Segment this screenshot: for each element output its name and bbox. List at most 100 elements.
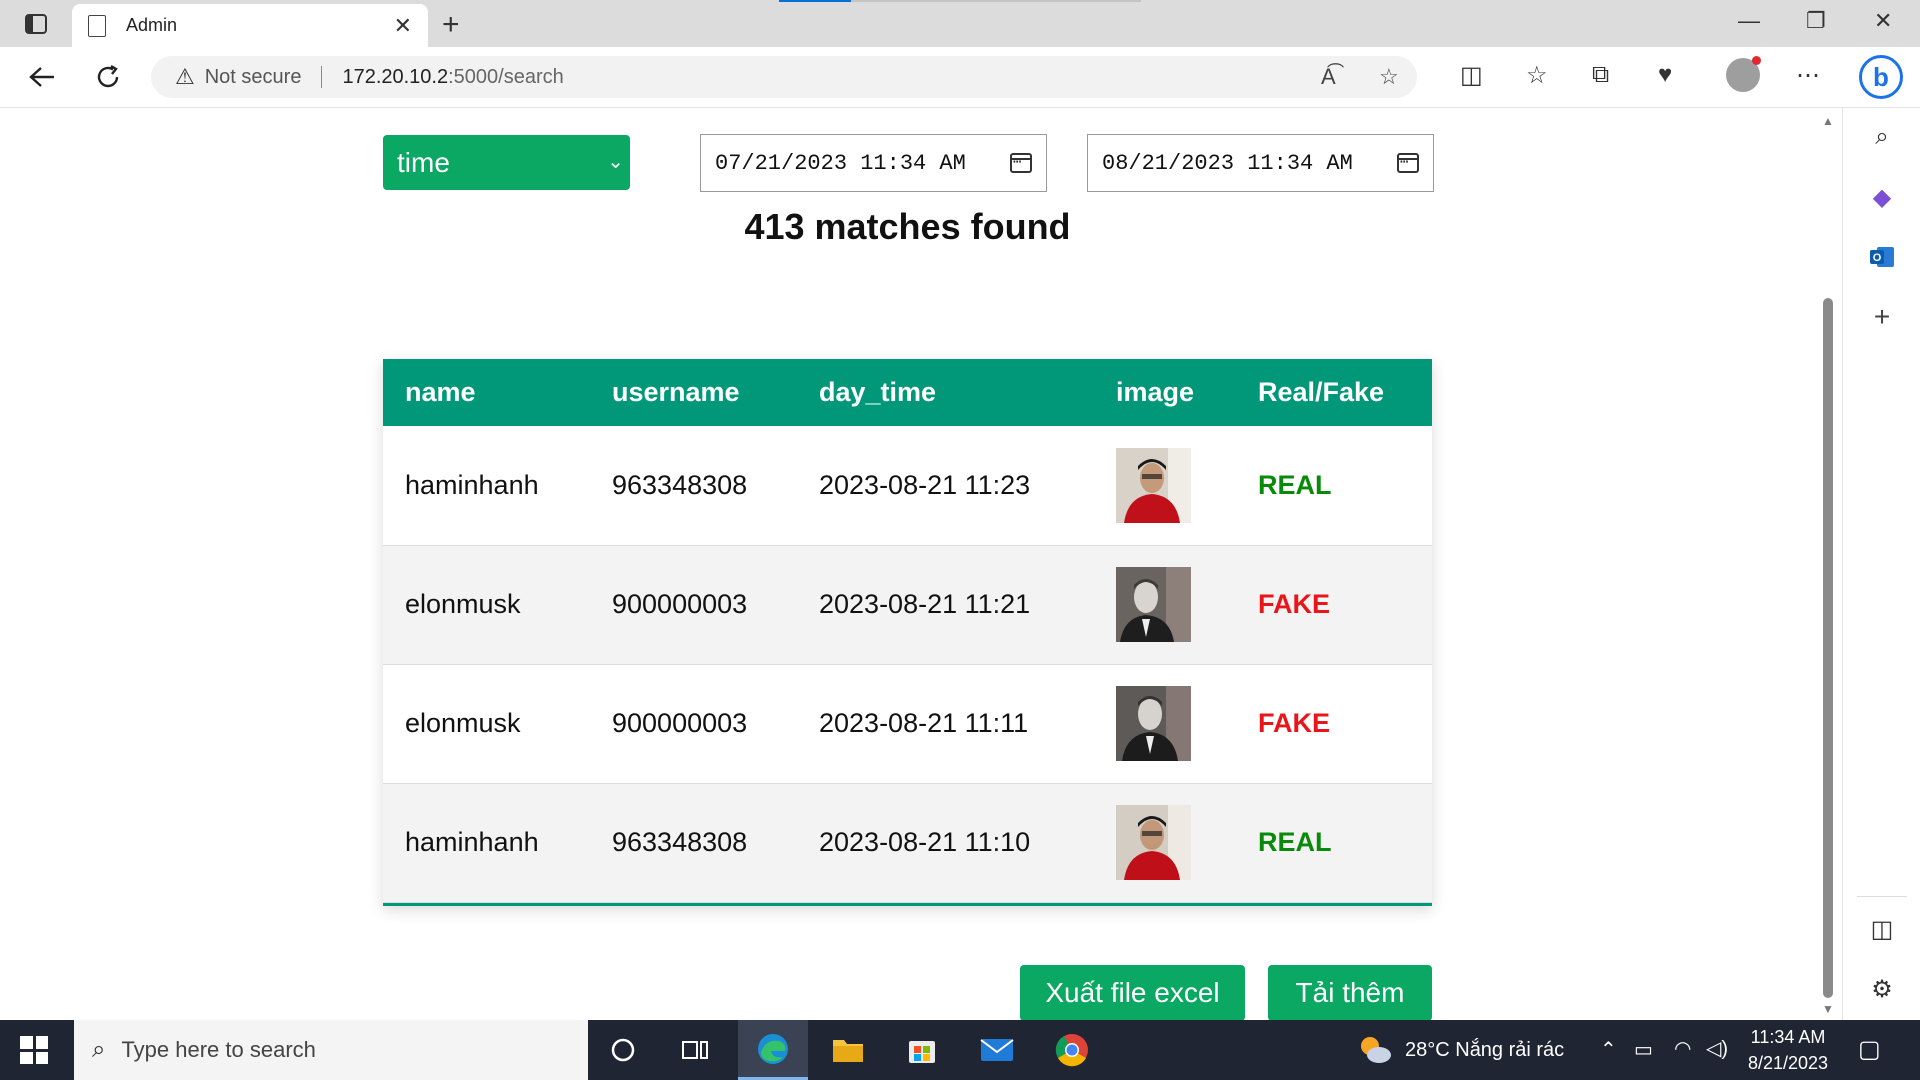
partly-sunny-icon[interactable] — [1358, 1034, 1392, 1064]
column-header-name: name — [405, 377, 476, 407]
back-button[interactable] — [24, 59, 60, 95]
favorite-star-icon[interactable]: ☆ — [1379, 64, 1399, 90]
export-excel-button[interactable]: Xuất file excel — [1020, 965, 1245, 1020]
from-datetime-value: 07/21/2023 11:34 AM — [715, 150, 966, 176]
more-menu-icon[interactable]: ⋯ — [1796, 61, 1820, 90]
person-photo-red-shirt[interactable] — [1116, 447, 1191, 523]
search-icon[interactable]: ⌕ — [1867, 122, 1897, 152]
show-hidden-icons-icon[interactable]: ⌃ — [1600, 1037, 1617, 1062]
tab-admin[interactable]: Admin ✕ — [72, 4, 428, 47]
column-header-real-fake: Real/Fake — [1258, 377, 1385, 407]
split-screen-icon[interactable]: ◫ — [1460, 61, 1483, 90]
tab-actions-icon[interactable] — [14, 10, 58, 38]
cell-status: REAL — [1258, 469, 1332, 500]
cell-username: 963348308 — [612, 469, 748, 500]
close-tab-icon[interactable]: ✕ — [394, 13, 412, 39]
loading-indicator — [779, 0, 851, 2]
hide-sidebar-icon[interactable]: ◫ — [1867, 914, 1897, 944]
notifications-icon[interactable]: ▢ — [1858, 1035, 1881, 1064]
cell-status: REAL — [1258, 827, 1332, 857]
load-more-button[interactable]: Tải thêm — [1268, 965, 1432, 1020]
cell-image — [1094, 545, 1236, 664]
file-explorer-icon[interactable] — [813, 1020, 883, 1080]
page-scrollbar[interactable]: ▲ ▼ — [1816, 108, 1840, 1020]
security-label[interactable]: Not secure — [205, 66, 302, 89]
back-arrow-icon — [29, 67, 54, 87]
favorites-icon[interactable]: ☆ — [1526, 61, 1548, 90]
new-tab-button[interactable]: + — [442, 8, 460, 42]
scrollbar-thumb[interactable] — [1823, 298, 1833, 998]
cell-image — [1094, 426, 1236, 545]
microsoft-365-icon[interactable]: ◆ — [1867, 182, 1897, 212]
edge-browser-icon[interactable] — [738, 1020, 808, 1080]
filter-field-select[interactable]: time ⌄ — [383, 135, 630, 190]
scroll-up-icon[interactable]: ▲ — [1822, 114, 1834, 128]
taskbar-search-box[interactable]: ⌕ Type here to search — [74, 1020, 588, 1080]
cell-username: 963348308 — [612, 827, 748, 857]
calendar-icon[interactable] — [1010, 153, 1032, 173]
refresh-button[interactable] — [90, 59, 126, 95]
add-sidebar-app-icon[interactable]: + — [1867, 301, 1897, 332]
table-row: elonmusk 900000003 2023-08-21 11:11 FAKE — [383, 664, 1432, 783]
windows-start-icon[interactable] — [20, 1036, 48, 1064]
microsoft-store-icon[interactable] — [887, 1020, 957, 1080]
cell-status: FAKE — [1258, 708, 1331, 738]
refresh-icon — [97, 64, 119, 88]
calendar-icon[interactable] — [1397, 153, 1419, 173]
collections-icon[interactable]: ⧉ — [1592, 61, 1609, 89]
results-table: name username day_time image Real/Fake h… — [383, 359, 1432, 906]
cell-name: elonmusk — [405, 708, 521, 738]
cortana-icon[interactable] — [588, 1020, 658, 1080]
windows-taskbar: ⌕ Type here to search 28°C Nắng rải rác … — [0, 1020, 1920, 1080]
cell-name: haminhanh — [405, 827, 539, 857]
bing-copilot-icon[interactable]: b — [1859, 55, 1903, 99]
page-icon — [88, 14, 106, 37]
table-row: elonmusk 900000003 2023-08-21 11:21 FAKE — [383, 545, 1432, 664]
cell-username: 900000003 — [612, 708, 748, 738]
column-header-image: image — [1116, 377, 1195, 407]
cell-day-time: 2023-08-21 11:23 — [819, 469, 1031, 500]
system-clock[interactable]: 11:34 AM 8/21/2023 — [1728, 1024, 1848, 1076]
person-photo-grayscale[interactable] — [1116, 567, 1191, 642]
restore-button[interactable]: ❐ — [1806, 8, 1826, 34]
cell-day-time: 2023-08-21 11:21 — [819, 589, 1031, 619]
cell-image — [1094, 783, 1236, 902]
read-aloud-icon[interactable]: A͡ — [1321, 64, 1336, 90]
chevron-down-icon: ⌄ — [607, 151, 624, 173]
close-window-button[interactable]: ✕ — [1874, 8, 1892, 34]
table-row: haminhanh 963348308 2023-08-21 11:23 REA… — [383, 426, 1432, 545]
browser-essentials-icon[interactable]: ♥ — [1658, 61, 1672, 89]
weather-text[interactable]: 28°C Nắng rải rác — [1405, 1039, 1564, 1062]
browser-tab-bar: Admin ✕ + — ❐ ✕ — [0, 0, 1920, 47]
minimize-button[interactable]: — — [1738, 8, 1760, 34]
cell-name: elonmusk — [405, 589, 521, 619]
divider — [321, 66, 323, 88]
address-bar[interactable]: ⚠ Not secure 172.20.10.2 :5000/search A͡… — [151, 56, 1417, 98]
to-datetime-input[interactable]: 08/21/2023 11:34 AM — [1087, 134, 1434, 192]
to-datetime-value: 08/21/2023 11:34 AM — [1102, 150, 1353, 176]
outlook-icon[interactable]: O — [1867, 242, 1897, 272]
mail-icon[interactable] — [962, 1020, 1032, 1080]
results-summary: 413 matches found — [744, 206, 1071, 247]
cell-day-time: 2023-08-21 11:11 — [819, 708, 1029, 738]
person-photo-red-shirt[interactable] — [1116, 805, 1191, 880]
scroll-down-icon[interactable]: ▼ — [1822, 1002, 1834, 1016]
settings-gear-icon[interactable]: ⚙ — [1867, 974, 1897, 1004]
sidebar-divider — [1857, 896, 1907, 897]
wifi-icon[interactable]: ◠ — [1674, 1036, 1691, 1061]
battery-icon[interactable]: ▭ — [1634, 1037, 1653, 1062]
browser-toolbar: ⚠ Not secure 172.20.10.2 :5000/search A͡… — [0, 47, 1920, 108]
cell-day-time: 2023-08-21 11:10 — [819, 827, 1031, 857]
cell-status: FAKE — [1258, 589, 1331, 619]
svg-text:O: O — [1873, 252, 1882, 264]
clock-date: 8/21/2023 — [1747, 1053, 1829, 1073]
cell-image — [1094, 664, 1236, 783]
task-view-icon[interactable] — [660, 1020, 730, 1080]
volume-icon[interactable]: ◁) — [1706, 1036, 1728, 1061]
warning-icon[interactable]: ⚠ — [175, 64, 195, 90]
person-photo-grayscale[interactable] — [1116, 686, 1191, 761]
filter-field-value: time — [397, 146, 450, 178]
url-path: :5000/search — [448, 65, 564, 88]
chrome-icon[interactable] — [1037, 1020, 1107, 1080]
from-datetime-input[interactable]: 07/21/2023 11:34 AM — [700, 134, 1047, 192]
